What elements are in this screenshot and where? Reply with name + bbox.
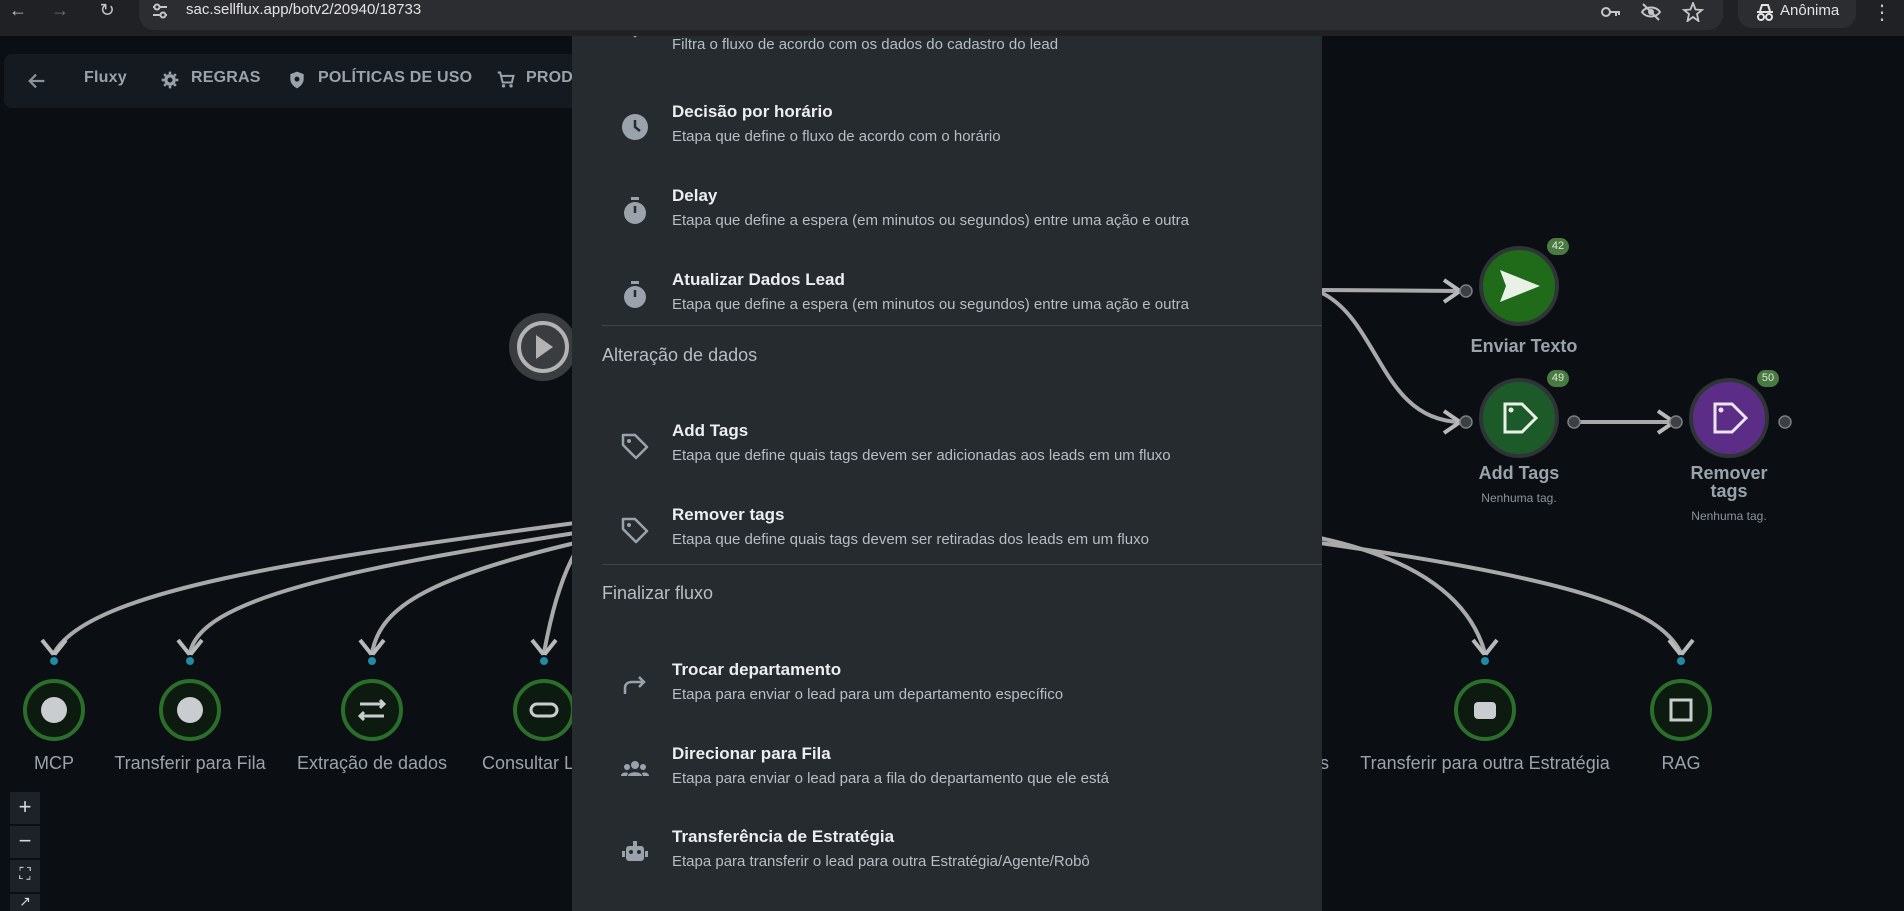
incognito-icon	[1757, 4, 1773, 21]
nav-policies[interactable]: POLÍTICAS DE USO	[318, 69, 472, 87]
robot-icon	[622, 841, 648, 861]
node-remover-tags[interactable]	[1689, 378, 1769, 458]
gear-icon	[161, 71, 179, 89]
node-label-transferir-fila: Transferir para Fila	[114, 753, 266, 773]
nav-products[interactable]: PROD	[526, 69, 573, 87]
fit-view-button[interactable]: ⛶	[10, 860, 40, 892]
menu-item-desc: Etapa que define quais tags devem ser re…	[672, 531, 1149, 548]
node-label-add-tags: Add Tags	[1478, 463, 1560, 483]
browser-back-icon[interactable]: ←	[6, 0, 30, 24]
node-label-rag: RAG	[1661, 753, 1701, 773]
node-label-consultar: Consultar L	[482, 753, 575, 773]
node-label-partial: s	[1320, 753, 1329, 773]
address-url[interactable]: sac.sellflux.app/botv2/20940/18733	[186, 1, 421, 18]
zoom-out-button[interactable]: −	[10, 826, 40, 858]
menu-item-desc: Etapa que define a espera (em minutos ou…	[672, 296, 1189, 313]
menu-item-trocar-departamento[interactable]: Trocar departamento Etapa para enviar o …	[572, 644, 1322, 720]
menu-item-desc: Filtra o fluxo de acordo com os dados do…	[672, 36, 1059, 53]
browser-reload-icon[interactable]: ↻	[95, 0, 119, 24]
menu-item-title: Trocar departamento	[672, 660, 842, 679]
section-title-data-change: Alteração de dados	[602, 345, 758, 365]
node-badge: 42	[1547, 238, 1569, 255]
app-root: 42 49 50 Enviar Texto Add Tags Nenhuma t…	[0, 0, 1904, 911]
clock-icon	[622, 114, 648, 140]
menu-item-desc: Etapa para enviar o lead para um departa…	[672, 686, 1064, 703]
divider	[602, 325, 1322, 326]
menu-item-title: Add Tags	[672, 421, 749, 440]
node-label-transferir-estrategia: Transferir para outra Estratégia	[1360, 753, 1610, 773]
tag-icon	[621, 517, 649, 544]
nav-rules[interactable]: REGRAS	[191, 69, 261, 87]
forward-arrow-icon	[623, 676, 646, 694]
menu-item-desc: Etapa que define quais tags devem ser ad…	[672, 447, 1171, 464]
node-sub-remover-tags: Nenhuma tag.	[1691, 509, 1767, 523]
menu-item-title: Delay	[672, 186, 718, 205]
profile-label: Anônima	[1780, 2, 1840, 19]
menu-item-title: Transferência de Estratégia	[672, 827, 895, 846]
group-icon	[621, 761, 649, 776]
browser-chrome: ← → ↻ sac.sellflux.app/botv2/20940/18733	[0, 0, 1904, 36]
node-add-tags[interactable]	[1479, 378, 1559, 458]
menu-item-direcionar-fila[interactable]: Direcionar para Fila Etapa para enviar o…	[572, 728, 1322, 804]
menu-item-title: Decisão por horário	[672, 102, 833, 121]
node-sub-add-tags: Nenhuma tag.	[1481, 491, 1557, 505]
menu-item-desc: Etapa que define o fluxo de acordo com o…	[672, 128, 1001, 145]
menu-item-atualizar-dados[interactable]: Atualizar Dados Lead Etapa que define a …	[572, 254, 1322, 330]
app-title: Fluxy	[84, 69, 127, 86]
node-label-extracao: Extração de dados	[296, 753, 448, 773]
menu-item-decisao-horario[interactable]: Decisão por horário Etapa que define o f…	[572, 86, 1322, 162]
timer-icon	[624, 281, 646, 308]
menu-item-add-tags[interactable]: Add Tags Etapa que define quais tags dev…	[572, 405, 1322, 481]
app-header: Fluxy REGRAS POLÍTICAS DE USO PROD	[4, 54, 584, 108]
step-picker-menu: Filtra o fluxo de acordo com os dados do…	[572, 36, 1322, 911]
cart-icon	[497, 71, 515, 88]
menu-item-title: Direcionar para Fila	[672, 744, 831, 763]
menu-item-filter[interactable]: Filtra o fluxo de acordo com os dados do…	[572, 36, 1322, 78]
node-label-remover-line2: tags	[1710, 481, 1748, 501]
node-badge: 50	[1757, 370, 1779, 387]
policy-shield-icon	[290, 71, 304, 89]
node-enviar-texto[interactable]	[1479, 246, 1559, 326]
section-title-finalize: Finalizar fluxo	[602, 583, 714, 603]
timer-icon	[624, 197, 646, 224]
site-settings-icon[interactable]	[151, 2, 169, 20]
chevron-icon	[633, 36, 637, 38]
more-controls-button[interactable]: ↗	[10, 894, 40, 911]
menu-item-remover-tags[interactable]: Remover tags Etapa que define quais tags…	[572, 489, 1322, 565]
tag-icon	[621, 433, 649, 460]
node-badge: 49	[1547, 370, 1569, 387]
menu-item-delay[interactable]: Delay Etapa que define a espera (em minu…	[572, 170, 1322, 246]
menu-item-desc: Etapa para transferir o lead para outra …	[672, 853, 1090, 870]
node-label-enviar-texto: Enviar Texto	[1470, 336, 1578, 356]
eye-off-icon[interactable]	[1640, 2, 1662, 22]
browser-forward-icon[interactable]: →	[48, 0, 72, 24]
browser-menu-icon[interactable]: ⋮	[1872, 0, 1892, 25]
back-arrow-icon[interactable]	[26, 70, 48, 92]
menu-item-title: Atualizar Dados Lead	[672, 270, 845, 289]
zoom-in-button[interactable]: +	[10, 792, 40, 824]
menu-item-desc: Etapa para enviar o lead para a fila do …	[672, 770, 1109, 787]
key-icon[interactable]	[1600, 2, 1622, 22]
menu-item-transferencia-estrategia[interactable]: Transferência de Estratégia Etapa para t…	[572, 811, 1322, 887]
divider	[602, 564, 1322, 565]
menu-item-desc: Etapa que define a espera (em minutos ou…	[672, 212, 1189, 229]
node-label-mcp: MCP	[34, 753, 74, 773]
start-node[interactable]	[509, 313, 577, 381]
bookmark-star-icon[interactable]	[1682, 2, 1704, 22]
menu-item-title: Remover tags	[672, 505, 785, 524]
